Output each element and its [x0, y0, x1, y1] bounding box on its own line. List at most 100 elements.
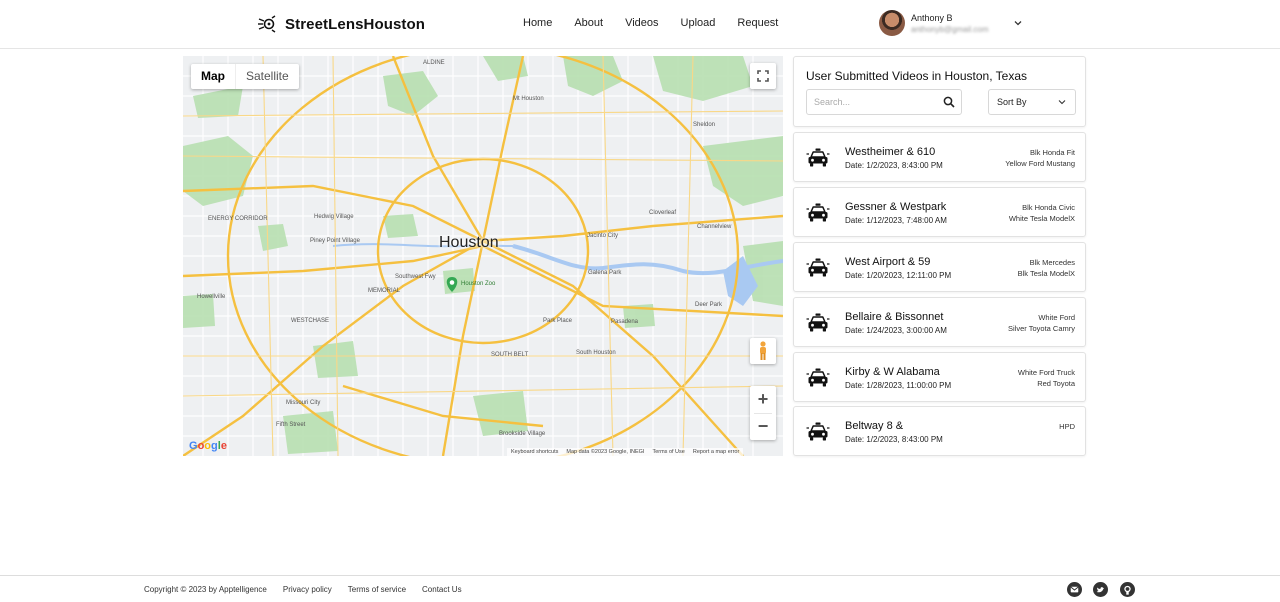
place-label: Howellville — [197, 294, 226, 300]
user-name: Anthony B — [911, 12, 953, 23]
pegman-icon — [760, 341, 766, 360]
video-card[interactable]: Gessner & Westpark Date: 1/12/2023, 7:48… — [793, 187, 1086, 237]
police-car-icon — [806, 366, 830, 390]
copyright-text: Copyright © 2023 by Apptelligence — [144, 585, 267, 594]
place-label: WESTCHASE — [291, 318, 330, 324]
nav-request[interactable]: Request — [737, 17, 778, 29]
video-card[interactable]: Bellaire & Bissonnet Date: 1/24/2023, 3:… — [793, 297, 1086, 347]
video-location: Westheimer & 610 — [845, 146, 936, 158]
mail-icon[interactable] — [1067, 582, 1082, 597]
video-vehicles: Blk Mercedes Blk Tesla ModelX — [1017, 258, 1075, 278]
fullscreen-icon — [757, 70, 769, 82]
brand-name: StreetLensHouston — [285, 15, 426, 33]
street-view-pegman-button[interactable] — [750, 338, 776, 364]
place-label: Galena Park — [588, 270, 622, 276]
top-navbar: StreetLensHouston Home About Videos Uplo… — [0, 0, 1280, 49]
nav-upload[interactable]: Upload — [681, 17, 716, 29]
video-card[interactable]: Beltway 8 & Date: 1/2/2023, 8:43:00 PM H… — [793, 406, 1086, 456]
video-location: Beltway 8 & — [845, 420, 904, 432]
police-car-icon — [806, 256, 830, 280]
place-label: Houston Zoo — [461, 281, 496, 287]
fullscreen-button[interactable] — [750, 63, 776, 89]
nav-home[interactable]: Home — [523, 17, 552, 29]
nav-videos[interactable]: Videos — [625, 17, 658, 29]
place-label: Piney Point Village — [310, 238, 360, 244]
terms-of-service-link[interactable]: Terms of service — [348, 585, 406, 594]
sort-by-select[interactable]: Sort By — [988, 89, 1076, 115]
video-date: Date: 1/2/2023, 8:43:00 PM — [845, 435, 943, 444]
police-car-icon — [806, 420, 830, 444]
place-label: Park Place — [543, 318, 573, 324]
keyboard-shortcuts-link[interactable]: Keyboard shortcuts — [511, 448, 558, 456]
map-attribution: Keyboard shortcuts Map data ©2023 Google… — [507, 448, 744, 456]
user-email: anthonyb@gmail.com — [911, 24, 989, 34]
city-label: Houston — [439, 234, 499, 251]
map-type-map-tab[interactable]: Map — [191, 64, 235, 89]
video-vehicles: HPD — [1059, 422, 1075, 431]
map-type-satellite-tab[interactable]: Satellite — [235, 64, 299, 89]
police-car-icon — [806, 146, 830, 170]
sort-by-label: Sort By — [997, 97, 1027, 107]
panel-title: User Submitted Videos in Houston, Texas — [806, 69, 1028, 83]
place-label: Missouri City — [286, 400, 321, 406]
zoom-out-button[interactable]: − — [750, 414, 776, 441]
place-label: Southwest Fwy — [395, 274, 436, 280]
google-logo: Google — [189, 440, 227, 452]
place-label: South Houston — [576, 350, 616, 356]
place-label: ENERGY CORRIDOR — [208, 216, 268, 222]
map-data-credit: Map data ©2023 Google, INEGI — [566, 449, 645, 455]
zoom-in-button[interactable]: + — [750, 386, 776, 413]
place-label: Pasadena — [611, 319, 639, 325]
police-car-icon — [806, 311, 830, 335]
video-vehicles: Blk Honda Civic White Tesla ModelX — [1008, 203, 1075, 223]
place-label: Hedwig Village — [314, 214, 354, 220]
twitter-icon[interactable] — [1093, 582, 1108, 597]
avatar[interactable] — [879, 10, 905, 36]
map-canvas[interactable] — [183, 56, 783, 456]
police-car-icon — [806, 201, 830, 225]
place-label: Channelview — [697, 224, 732, 230]
video-vehicles: White Ford Silver Toyota Camry — [1008, 313, 1075, 333]
github-icon[interactable] — [1120, 582, 1135, 597]
video-date: Date: 1/2/2023, 8:43:00 PM — [845, 161, 943, 170]
place-label: Jacinto City — [587, 233, 619, 239]
chevron-down-icon[interactable] — [1013, 18, 1023, 28]
video-card[interactable]: Kirby & W Alabama Date: 1/28/2023, 11:00… — [793, 352, 1086, 402]
terms-of-use-link[interactable]: Terms of Use — [652, 448, 684, 456]
place-label: MEMORIAL — [368, 288, 401, 294]
map-type-toggle: Map Satellite — [191, 64, 299, 89]
place-label: Deer Park — [695, 302, 723, 308]
nav-about[interactable]: About — [574, 17, 603, 29]
place-label: SOUTH BELT — [491, 352, 529, 358]
video-date: Date: 1/28/2023, 11:00:00 PM — [845, 381, 952, 390]
video-card[interactable]: West Airport & 59 Date: 1/20/2023, 12:11… — [793, 242, 1086, 292]
map-view[interactable]: Houston ALDINE Mt Houston Sheldon Clover… — [183, 56, 783, 456]
place-label: Fifth Street — [276, 422, 306, 428]
place-label: Cloverleaf — [649, 210, 677, 216]
video-card[interactable]: Westheimer & 610 Date: 1/2/2023, 8:43:00… — [793, 132, 1086, 182]
video-vehicles: Blk Honda Fit Yellow Ford Mustang — [1005, 148, 1075, 168]
search-box — [806, 89, 962, 115]
videos-panel-header: User Submitted Videos in Houston, Texas … — [793, 56, 1086, 127]
search-icon[interactable] — [943, 96, 955, 108]
chevron-down-icon — [1058, 100, 1066, 105]
zoom-controls: + − — [750, 386, 776, 440]
video-date: Date: 1/20/2023, 12:11:00 PM — [845, 271, 952, 280]
place-label: Mt Houston — [513, 96, 544, 102]
video-location: Gessner & Westpark — [845, 201, 947, 213]
footer-links: Copyright © 2023 by Apptelligence Privac… — [144, 585, 478, 594]
place-label: ALDINE — [423, 60, 445, 66]
contact-us-link[interactable]: Contact Us — [422, 585, 462, 594]
user-menu[interactable]: Anthony B anthonyb@gmail.com — [879, 10, 989, 36]
video-vehicles: White Ford Truck Red Toyota — [1017, 368, 1075, 388]
video-location: Kirby & W Alabama — [845, 366, 940, 378]
video-date: Date: 1/12/2023, 7:48:00 AM — [845, 216, 947, 225]
brand[interactable]: StreetLensHouston — [257, 14, 425, 34]
search-input[interactable] — [807, 90, 937, 114]
main-nav: Home About Videos Upload Request — [523, 17, 800, 29]
video-location: West Airport & 59 — [845, 256, 931, 268]
privacy-policy-link[interactable]: Privacy policy — [283, 585, 332, 594]
report-map-error-link[interactable]: Report a map error — [693, 448, 739, 456]
camera-lens-logo-icon — [258, 15, 276, 33]
place-label: Sheldon — [693, 122, 716, 128]
